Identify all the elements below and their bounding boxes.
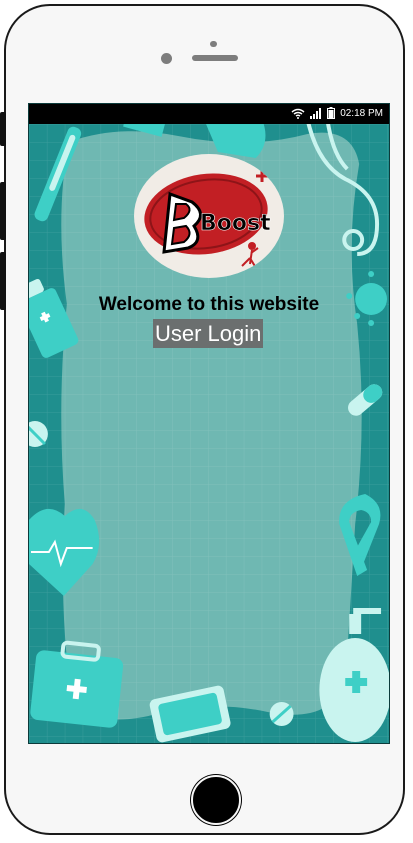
home-button[interactable] <box>191 775 241 825</box>
boost-logo: Boost <box>134 154 284 278</box>
mute-switch[interactable] <box>0 112 6 146</box>
login-page: Boost Welcome to this website User Login <box>29 124 389 743</box>
volume-down-button[interactable] <box>0 252 6 310</box>
signal-icon <box>310 107 322 119</box>
battery-icon <box>327 107 336 119</box>
front-camera <box>161 53 172 64</box>
welcome-heading: Welcome to this website <box>98 294 320 315</box>
volume-up-button[interactable] <box>0 182 6 240</box>
status-bar: 02:18 PM <box>29 104 389 124</box>
wifi-icon <box>291 108 305 119</box>
boost-logo-graphic: Boost <box>144 170 271 269</box>
earpiece-speaker <box>192 55 238 61</box>
screen: 02:18 PM Boost Welcome to this website U… <box>28 103 390 744</box>
mic-dot <box>210 41 217 47</box>
status-time: 02:18 PM <box>340 107 383 119</box>
user-login-button[interactable]: User Login <box>153 319 264 348</box>
boost-logo-text: Boost <box>200 211 271 236</box>
